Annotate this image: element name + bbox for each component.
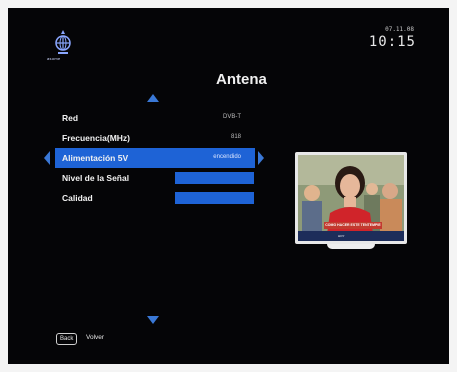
menu-item-label: Alimentación 5V [62,153,129,163]
tv-menu-screen: asome 07.11.08 10:15 Antena Red DVB-T Fr… [8,8,449,364]
menu-item-red[interactable]: Red DVB-T [55,108,255,128]
scroll-down-arrow-icon[interactable] [147,316,159,324]
option-right-arrow-icon[interactable] [258,151,264,165]
signal-level-bar [175,172,254,184]
menu-item-nivel-senal[interactable]: Nivel de la Señal [55,168,255,188]
back-button[interactable]: Back [56,333,78,345]
preview-ticker: HOY [298,231,404,241]
menu-item-frecuencia[interactable]: Frecuencia(MHz) 818 [55,128,255,148]
menu-item-value: DVB-T [223,114,241,120]
menu-item-label: Nivel de la Señal [62,173,130,183]
menu-item-value: encendido [213,154,241,160]
preview-caption: COMO HACER ESTE TENTEMPIE [324,222,382,229]
tv-preview-screen: COMO HACER ESTE TENTEMPIE HOY [298,155,404,241]
menu-item-label: Calidad [62,193,93,203]
option-left-arrow-icon[interactable] [44,151,50,165]
scroll-up-arrow-icon[interactable] [147,94,159,102]
preview-ticker-text: HOY [338,234,345,238]
menu-item-alimentacion[interactable]: Alimentación 5V encendido [55,148,255,168]
menu-item-value: 818 [230,134,241,140]
page-title: Antena [216,71,267,88]
date-display: 07.11.08 [385,26,414,33]
tv-stand [327,244,375,249]
quality-level-bar [175,192,254,204]
clock-display: 10:15 [368,34,416,50]
menu-item-label: Red [62,113,79,123]
tv-preview: COMO HACER ESTE TENTEMPIE HOY [295,152,407,250]
tv-frame: COMO HACER ESTE TENTEMPIE HOY [295,152,407,244]
back-label: Volver [86,334,105,341]
settings-menu: Red DVB-T Frecuencia(MHz) 818 Alimentaci… [55,108,255,208]
menu-item-label: Frecuencia(MHz) [62,133,131,143]
logo-text: asome [47,56,61,61]
menu-item-calidad[interactable]: Calidad [55,188,255,208]
